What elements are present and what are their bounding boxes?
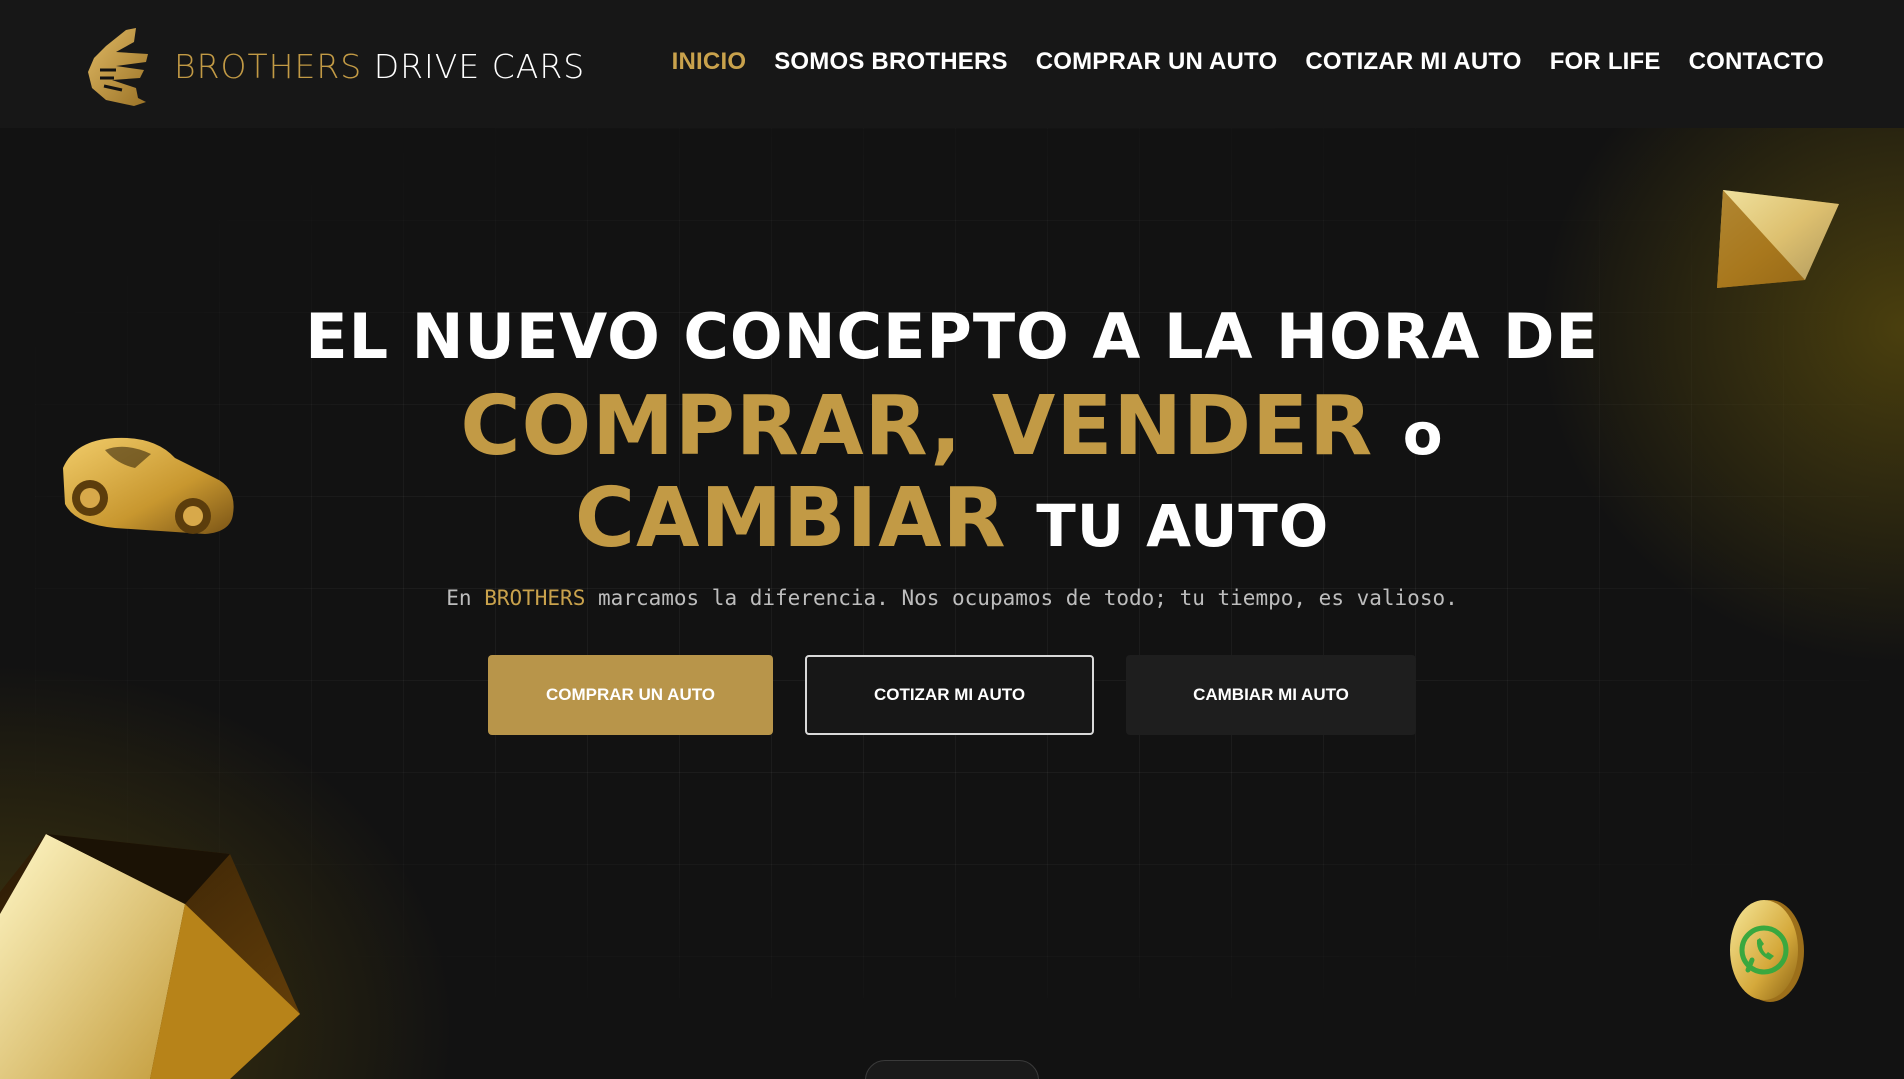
gold-polyhedron-icon <box>0 834 300 1079</box>
brand-name-gold: BROTHERS <box>174 46 363 86</box>
nav-comprar-un-auto[interactable]: COMPRAR UN AUTO <box>1036 48 1278 76</box>
scroll-indicator <box>865 1060 1039 1079</box>
headline-line-1: EL NUEVO CONCEPTO A LA HORA DE <box>305 300 1599 373</box>
site-header: BROTHERS DRIVE CARS INICIO SOMOS BROTHER… <box>0 0 1904 128</box>
headline-tu-auto: TU AUTO <box>1036 492 1330 560</box>
hero-headline: EL NUEVO CONCEPTO A LA HORA DE COMPRAR, … <box>0 306 1904 560</box>
headline-line-2: COMPRAR, VENDER o <box>0 386 1904 468</box>
shaka-hand-icon <box>88 28 148 106</box>
headline-comprar-vender: COMPRAR, VENDER <box>460 379 1374 474</box>
nav-inicio[interactable]: INICIO <box>672 48 747 76</box>
cotizar-mi-auto-button[interactable]: COTIZAR MI AUTO <box>805 655 1094 735</box>
subtext-brand: BROTHERS <box>484 586 586 610</box>
subtext-rest: marcamos la diferencia. Nos ocupamos de … <box>598 586 1458 610</box>
headline-line-3: CAMBIAR TU AUTO <box>0 478 1904 560</box>
nav-contacto[interactable]: CONTACTO <box>1689 48 1824 76</box>
headline-cambiar: CAMBIAR <box>574 471 1007 566</box>
gold-pyramid-icon <box>1717 190 1839 288</box>
comprar-un-auto-button[interactable]: COMPRAR UN AUTO <box>488 655 773 735</box>
subtext-prefix: En <box>446 586 472 610</box>
brand-name-white: DRIVE CARS <box>373 46 586 86</box>
nav-cotizar-mi-auto[interactable]: COTIZAR MI AUTO <box>1305 48 1521 76</box>
main-nav: INICIO SOMOS BROTHERS COMPRAR UN AUTO CO… <box>672 48 1824 76</box>
brand-logo[interactable]: BROTHERS DRIVE CARS <box>86 26 585 106</box>
headline-o: o <box>1402 400 1444 468</box>
cambiar-mi-auto-button[interactable]: CAMBIAR MI AUTO <box>1126 655 1416 735</box>
brand-name: BROTHERS DRIVE CARS <box>174 47 585 86</box>
nav-for-life[interactable]: FOR LIFE <box>1550 48 1661 76</box>
whatsapp-icon[interactable] <box>1726 898 1806 1004</box>
hero-subtext: En BROTHERS marcamos la diferencia. Nos … <box>0 586 1904 610</box>
nav-somos-brothers[interactable]: SOMOS BROTHERS <box>774 48 1007 76</box>
hero-section: EL NUEVO CONCEPTO A LA HORA DE COMPRAR, … <box>0 128 1904 1079</box>
